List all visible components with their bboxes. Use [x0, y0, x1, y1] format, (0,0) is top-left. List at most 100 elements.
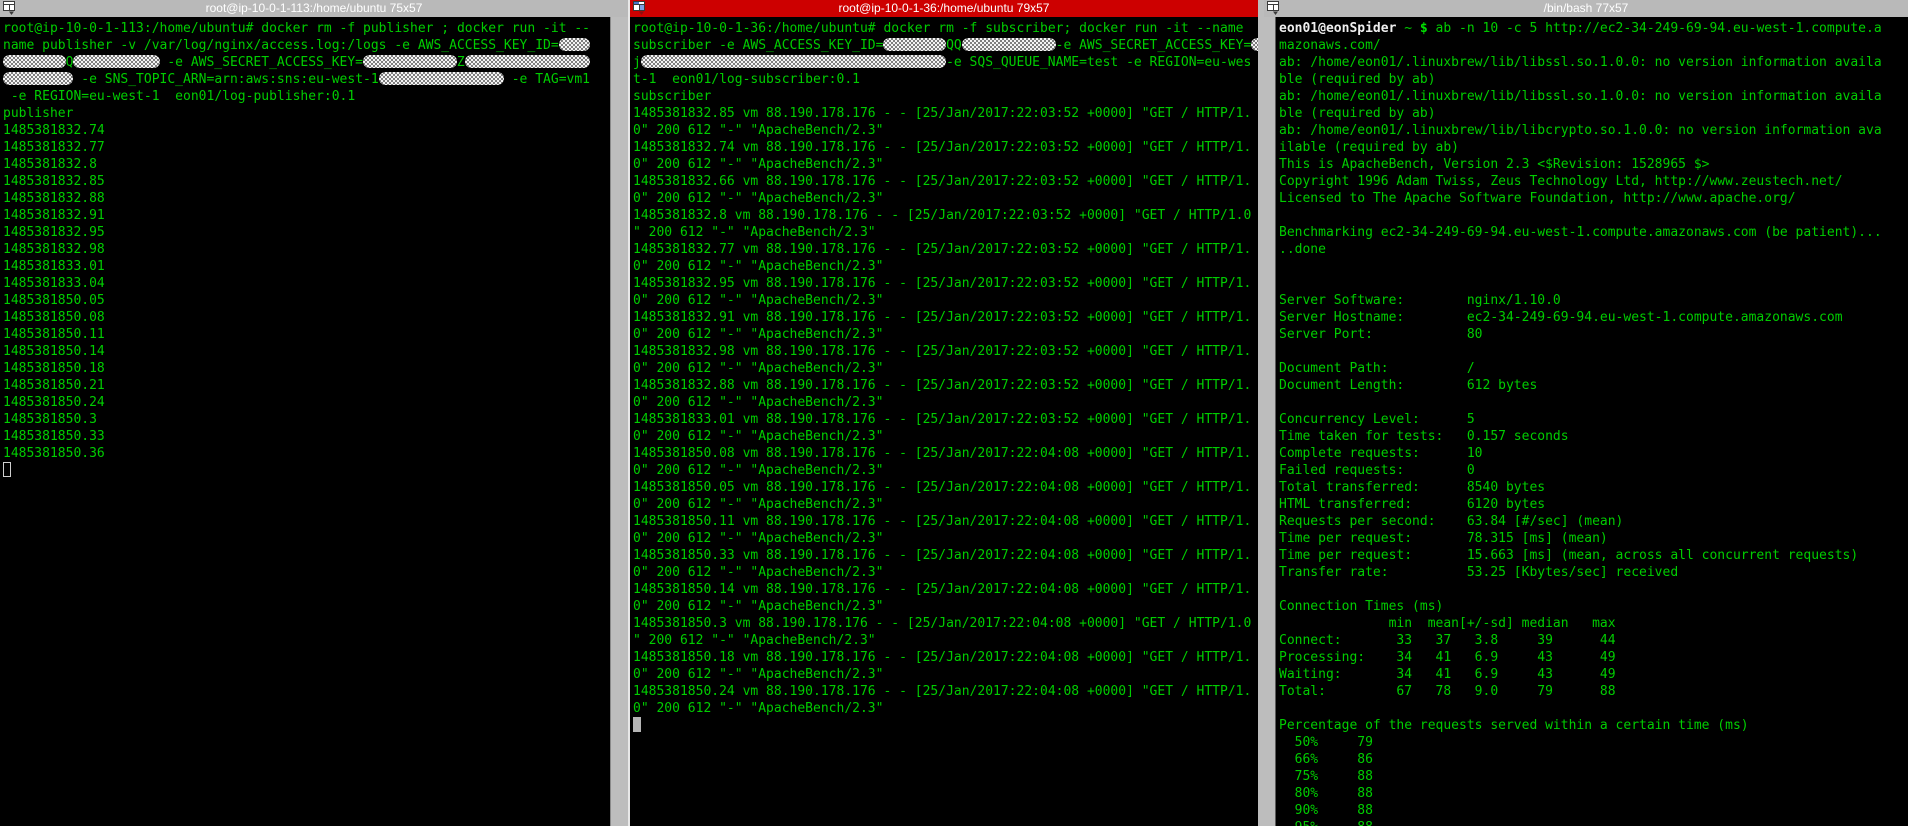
window-menu-icon[interactable]	[632, 1, 647, 16]
terminal-text: 1485381850.08 vm 88.190.178.176 - - [25/…	[633, 446, 1252, 461]
terminal-text: 95% 88	[1279, 820, 1373, 826]
terminal-text: j	[633, 55, 641, 70]
terminal-line: subscriber -e AWS_ACCESS_KEY_ID= QQ -e AWS…	[633, 37, 1258, 54]
terminal-content-apachebench[interactable]: eon01@eonSpider ~ $ ab -n 10 -c 5 http:/…	[1276, 17, 1908, 826]
prompt-symbol: $	[1419, 21, 1428, 36]
terminal-line: ilable (required by ab)	[1279, 139, 1908, 156]
title-bar-publisher[interactable]: root@ip-10-0-1-113:/home/ubuntu 75x57	[0, 0, 628, 17]
terminal-line: 0" 200 612 "-" "ApacheBench/2.3"	[633, 326, 1258, 343]
terminal-cursor	[3, 462, 11, 477]
terminal-text: 1485381833.01 vm 88.190.178.176 - - [25/…	[633, 412, 1252, 427]
terminal-line: 1485381850.05	[3, 292, 610, 309]
terminal-line: 1485381850.36	[3, 445, 610, 462]
terminal-line: 1485381832.74 vm 88.190.178.176 - - [25/…	[633, 139, 1258, 156]
terminal-text: name publisher -v /var/log/nginx/access.…	[3, 38, 559, 53]
terminal-line: 0" 200 612 "-" "ApacheBench/2.3"	[633, 190, 1258, 207]
terminal-text: 0" 200 612 "-" "ApacheBench/2.3"	[633, 361, 884, 376]
terminal-text: Failed requests: 0	[1279, 463, 1475, 478]
terminal-line: Failed requests: 0	[1279, 462, 1908, 479]
terminal-text: 1485381832.95 vm 88.190.178.176 - - [25/…	[633, 276, 1252, 291]
terminal-text: Concurrency Level: 5	[1279, 412, 1475, 427]
terminal-line: 1485381833.04	[3, 275, 610, 292]
terminal-text: ab: /home/eon01/.linuxbrew/lib/libcrypto…	[1279, 123, 1882, 138]
terminal-line: Document Path: /	[1279, 360, 1908, 377]
redacted-secret	[378, 72, 504, 85]
terminal-text: 1485381833.01	[3, 259, 105, 274]
title-bar-apachebench[interactable]: /bin/bash 77x57	[1264, 0, 1908, 17]
terminal-text: 80% 88	[1279, 786, 1373, 801]
terminal-line: Licensed to The Apache Software Foundati…	[1279, 190, 1908, 207]
terminal-line: ab: /home/eon01/.linuxbrew/lib/libssl.so…	[1279, 88, 1908, 105]
terminal-line: 1485381832.8	[3, 156, 610, 173]
terminal-line: 1485381832.98	[3, 241, 610, 258]
terminal-text: publisher	[3, 106, 74, 121]
terminal-window-subscriber[interactable]: root@ip-10-0-1-36:/home/ubuntu 79x57 roo…	[628, 0, 1264, 826]
terminal-text: Total transferred: 8540 bytes	[1279, 480, 1546, 495]
terminal-line: 1485381832.88 vm 88.190.178.176 - - [25/…	[633, 377, 1258, 394]
terminal-text: 1485381850.11 vm 88.190.178.176 - - [25/…	[633, 514, 1252, 529]
terminal-content-subscriber[interactable]: root@ip-10-0-1-36:/home/ubuntu# docker r…	[630, 17, 1258, 826]
terminal-text: 0" 200 612 "-" "ApacheBench/2.3"	[633, 293, 884, 308]
terminal-line: 1485381850.08	[3, 309, 610, 326]
terminal-window-apachebench[interactable]: /bin/bash 77x57 eon01@eonSpider ~ $ ab -…	[1264, 0, 1908, 826]
terminal-line: 66% 86	[1279, 751, 1908, 768]
terminal-line: 1485381850.3	[3, 411, 610, 428]
terminal-text: 1485381850.14 vm 88.190.178.176 - - [25/…	[633, 582, 1252, 597]
terminal-line: HTML transferred: 6120 bytes	[1279, 496, 1908, 513]
window-menu-icon[interactable]	[2, 1, 17, 16]
terminal-content-publisher[interactable]: root@ip-10-0-1-113:/home/ubuntu# docker …	[0, 17, 610, 826]
terminal-line: 75% 88	[1279, 768, 1908, 785]
terminal-text: Time per request: 78.315 [ms] (mean)	[1279, 531, 1608, 546]
redacted-secret	[1251, 38, 1258, 51]
terminal-text: 1485381832.98	[3, 242, 105, 257]
terminal-text: 0" 200 612 "-" "ApacheBench/2.3"	[633, 531, 884, 546]
terminal-line: ab: /home/eon01/.linuxbrew/lib/libssl.so…	[1279, 54, 1908, 71]
terminal-text: subscriber	[633, 89, 712, 104]
terminal-text: 0" 200 612 "-" "ApacheBench/2.3"	[633, 565, 884, 580]
terminal-line: Server Software: nginx/1.10.0	[1279, 292, 1908, 309]
terminal-line: 0" 200 612 "-" "ApacheBench/2.3"	[633, 564, 1258, 581]
terminal-line: 0" 200 612 "-" "ApacheBench/2.3"	[633, 360, 1258, 377]
terminal-text: 1485381850.05	[3, 293, 105, 308]
terminal-text: 0" 200 612 "-" "ApacheBench/2.3"	[633, 497, 884, 512]
window-menu-icon[interactable]	[1266, 1, 1281, 16]
terminal-text: " 200 612 "-" "ApacheBench/2.3"	[633, 633, 876, 648]
terminal-line: Processing: 34 41 6.9 43 49	[1279, 649, 1908, 666]
terminal-line: ab: /home/eon01/.linuxbrew/lib/libcrypto…	[1279, 122, 1908, 139]
terminal-window-publisher[interactable]: root@ip-10-0-1-113:/home/ubuntu 75x57 ro…	[0, 0, 628, 826]
terminal-line: 0" 200 612 "-" "ApacheBench/2.3"	[633, 122, 1258, 139]
terminal-line: Percentage of the requests served within…	[1279, 717, 1908, 734]
redacted-secret	[640, 55, 947, 68]
redacted-secret	[73, 55, 160, 68]
terminal-text: HTML transferred: 6120 bytes	[1279, 497, 1546, 512]
terminal-text: Q	[65, 55, 74, 70]
terminal-line: 0" 200 612 "-" "ApacheBench/2.3"	[633, 598, 1258, 615]
terminal-text: 1485381832.98 vm 88.190.178.176 - - [25/…	[633, 344, 1252, 359]
terminal-text: Document Length: 612 bytes	[1279, 378, 1538, 393]
terminal-text: 1485381832.88 vm 88.190.178.176 - - [25/…	[633, 378, 1252, 393]
terminal-line: 1485381833.01 vm 88.190.178.176 - - [25/…	[633, 411, 1258, 428]
title-bar-subscriber[interactable]: root@ip-10-0-1-36:/home/ubuntu 79x57	[630, 0, 1258, 17]
scrollbar[interactable]	[1264, 17, 1276, 826]
terminal-line: 1485381850.3 vm 88.190.178.176 - - [25/J…	[633, 615, 1258, 632]
terminal-line: -e REGION=eu-west-1 eon01/log-publisher:…	[3, 88, 610, 105]
terminal-line: 1485381850.24 vm 88.190.178.176 - - [25/…	[633, 683, 1258, 700]
terminal-line: This is ApacheBench, Version 2.3 <$Revis…	[1279, 156, 1908, 173]
redacted-secret	[558, 38, 590, 51]
terminal-text: ..done	[1279, 242, 1326, 257]
terminal-text: 1485381850.05 vm 88.190.178.176 - - [25/…	[633, 480, 1252, 495]
terminal-text: ab -n 10 -c 5 http://ec2-34-249-69-94.eu…	[1427, 21, 1882, 36]
terminal-text: 0" 200 612 "-" "ApacheBench/2.3"	[633, 123, 884, 138]
terminal-text: 1485381850.3 vm 88.190.178.176 - - [25/J…	[633, 616, 1252, 631]
terminal-text: t-1 eon01/log-subscriber:0.1	[633, 72, 860, 87]
terminal-text: QQ	[946, 38, 962, 53]
terminal-line: 1485381832.95	[3, 224, 610, 241]
terminal-text: 1485381832.77	[3, 140, 105, 155]
terminal-line: 0" 200 612 "-" "ApacheBench/2.3"	[633, 258, 1258, 275]
redacted-secret	[883, 38, 947, 51]
terminal-line: Concurrency Level: 5	[1279, 411, 1908, 428]
